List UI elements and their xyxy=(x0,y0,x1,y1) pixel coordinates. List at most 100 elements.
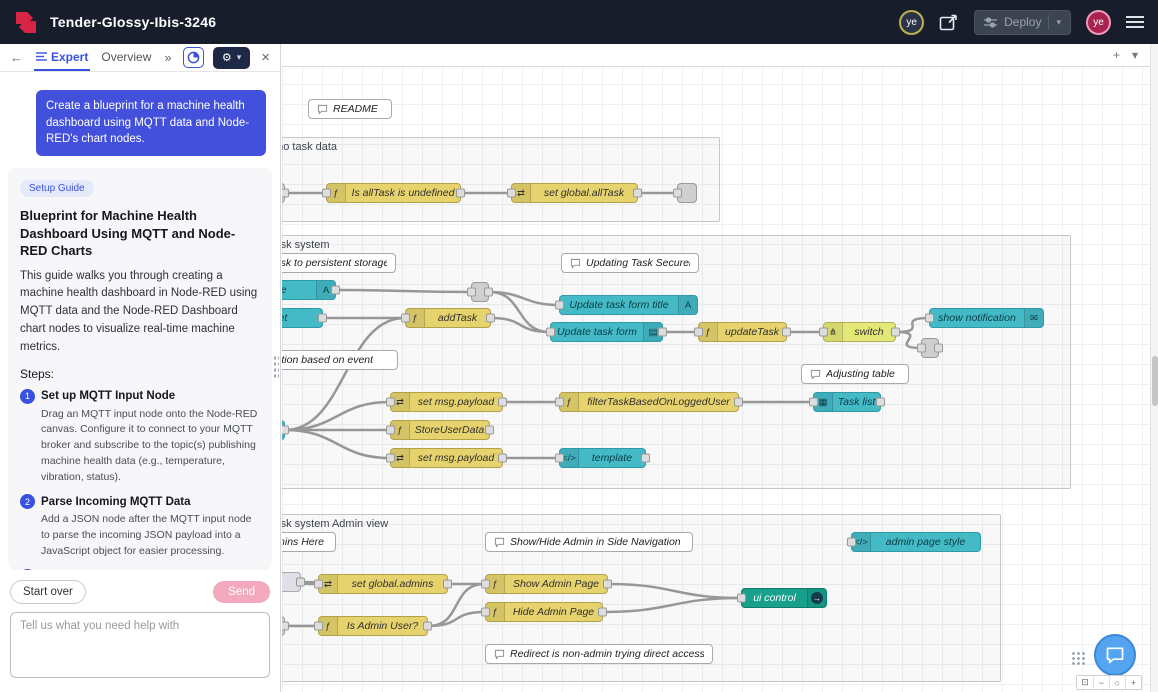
output-port[interactable] xyxy=(891,328,900,337)
navigator-icon[interactable]: ⊡ xyxy=(1077,676,1093,689)
add-flow-icon[interactable]: + xyxy=(1113,49,1120,61)
node-link-in-admin[interactable] xyxy=(282,572,301,592)
node-store-user-data[interactable]: ƒStoreUserData xyxy=(390,420,490,440)
output-port[interactable] xyxy=(456,189,465,198)
output-port[interactable] xyxy=(443,580,452,589)
zoom-in-icon[interactable]: + xyxy=(1125,676,1141,689)
input-port[interactable] xyxy=(322,189,331,198)
node-task-list[interactable]: ▦Task list xyxy=(813,392,881,412)
output-port[interactable] xyxy=(423,622,432,631)
help-input[interactable] xyxy=(10,612,270,678)
node-junction-1[interactable] xyxy=(471,282,489,302)
node-set-global-admins[interactable]: ⇄set global.admins xyxy=(318,574,448,594)
input-port[interactable] xyxy=(314,622,323,631)
output-port[interactable] xyxy=(282,426,289,435)
input-port[interactable] xyxy=(925,314,934,323)
chart-mode-button[interactable] xyxy=(183,47,204,68)
output-port[interactable] xyxy=(318,314,327,323)
output-port[interactable] xyxy=(603,580,612,589)
deploy-button[interactable]: Deploy ▾ xyxy=(974,10,1071,35)
input-port[interactable] xyxy=(546,328,555,337)
flow-canvas[interactable]: Demo task dataTask systemTask system Adm… xyxy=(282,44,1150,692)
output-port[interactable] xyxy=(331,286,340,295)
output-port[interactable] xyxy=(498,398,507,407)
zoom-out-icon[interactable]: − xyxy=(1093,676,1109,689)
input-port[interactable] xyxy=(555,454,564,463)
input-port[interactable] xyxy=(314,580,323,589)
input-port[interactable] xyxy=(386,398,395,407)
start-over-button[interactable]: Start over xyxy=(10,580,86,604)
node-update-task-form-title[interactable]: Update task form titleA xyxy=(559,295,698,315)
comment-updating-task[interactable]: Updating Task Securely xyxy=(561,253,699,273)
output-port[interactable] xyxy=(498,454,507,463)
node-is-alltask-undefined[interactable]: ƒIs allTask is undefined xyxy=(326,183,461,203)
input-port[interactable] xyxy=(555,398,564,407)
input-port[interactable] xyxy=(507,189,516,198)
scrollbar-thumb[interactable] xyxy=(1152,356,1158,406)
node-filter-task[interactable]: ƒfilterTaskBasedOnLoggedUser xyxy=(559,392,739,412)
close-icon[interactable]: × xyxy=(259,50,272,65)
input-port[interactable] xyxy=(917,344,926,353)
comment-redirect[interactable]: Redirect is non-admin trying direct acce… xyxy=(485,644,713,664)
input-port[interactable] xyxy=(467,288,476,297)
output-port[interactable] xyxy=(633,189,642,198)
node-template[interactable]: </>template xyxy=(559,448,646,468)
node-is-admin-user[interactable]: ƒIs Admin User? xyxy=(318,616,428,636)
output-port[interactable] xyxy=(485,426,494,435)
chat-assistant-fab[interactable] xyxy=(1094,634,1136,676)
tab-overview[interactable]: Overview xyxy=(99,44,153,71)
input-port[interactable] xyxy=(386,454,395,463)
node-set-payload-2[interactable]: ⇄set msg.payload xyxy=(390,448,503,468)
input-port[interactable] xyxy=(847,538,856,547)
output-port[interactable] xyxy=(296,578,305,587)
settings-dropdown-button[interactable]: ⚙ ▾ xyxy=(213,47,250,69)
comment-action-event[interactable]: Take action based on event xyxy=(282,350,398,370)
input-port[interactable] xyxy=(694,328,703,337)
node-task-source[interactable] xyxy=(282,420,285,440)
panel-resize-handle[interactable] xyxy=(273,355,279,379)
zoom-reset-icon[interactable]: ○ xyxy=(1109,676,1125,689)
send-button[interactable]: Send xyxy=(213,581,270,603)
node-admin-page-style[interactable]: </>admin page style xyxy=(851,532,981,552)
deploy-caret-icon[interactable]: ▾ xyxy=(1056,17,1061,28)
output-port[interactable] xyxy=(658,328,667,337)
input-port[interactable] xyxy=(673,189,682,198)
input-port[interactable] xyxy=(555,301,564,310)
input-port[interactable] xyxy=(819,328,828,337)
flow-list-caret-icon[interactable]: ▾ xyxy=(1132,49,1138,61)
node-link-out-demo[interactable] xyxy=(677,183,697,203)
output-port[interactable] xyxy=(282,622,289,631)
output-port[interactable] xyxy=(282,189,289,198)
tab-expert[interactable]: Expert xyxy=(34,44,90,71)
menu-icon[interactable] xyxy=(1126,15,1144,29)
node-ui-control[interactable]: ui control→ xyxy=(741,588,827,608)
comment-readme[interactable]: README xyxy=(308,99,392,119)
output-port[interactable] xyxy=(598,608,607,617)
output-port[interactable] xyxy=(484,288,493,297)
input-port[interactable] xyxy=(481,608,490,617)
node-hide-admin-page[interactable]: ƒHide Admin Page xyxy=(485,602,603,622)
comment-show-hide-admin[interactable]: Show/Hide Admin in Side Navigation xyxy=(485,532,693,552)
team-avatar[interactable]: ye xyxy=(899,10,924,35)
share-export-icon[interactable] xyxy=(939,14,959,31)
node-updatetask[interactable]: ƒupdateTask xyxy=(698,322,787,342)
back-icon[interactable]: ← xyxy=(8,51,25,64)
input-port[interactable] xyxy=(401,314,410,323)
comment-admins-here[interactable]: Set Admins Here xyxy=(282,532,336,552)
node-junction-2[interactable] xyxy=(921,338,939,358)
node-set-global-alltask[interactable]: ⇄set global.allTask xyxy=(511,183,638,203)
comment-adjusting-table[interactable]: Adjusting table xyxy=(801,364,909,384)
node-form-title[interactable]: form titleA xyxy=(282,280,336,300)
node-link-in-demo[interactable] xyxy=(282,183,285,203)
node-set-payload-1[interactable]: ⇄set msg.payload xyxy=(390,392,503,412)
output-port[interactable] xyxy=(876,398,885,407)
output-port[interactable] xyxy=(734,398,743,407)
output-port[interactable] xyxy=(782,328,791,337)
input-port[interactable] xyxy=(809,398,818,407)
user-avatar[interactable]: ye xyxy=(1086,10,1111,35)
vertical-scrollbar[interactable] xyxy=(1150,44,1158,692)
output-port[interactable] xyxy=(641,454,650,463)
output-port[interactable] xyxy=(934,344,943,353)
input-port[interactable] xyxy=(386,426,395,435)
flowfuse-logo-icon[interactable] xyxy=(14,10,38,35)
